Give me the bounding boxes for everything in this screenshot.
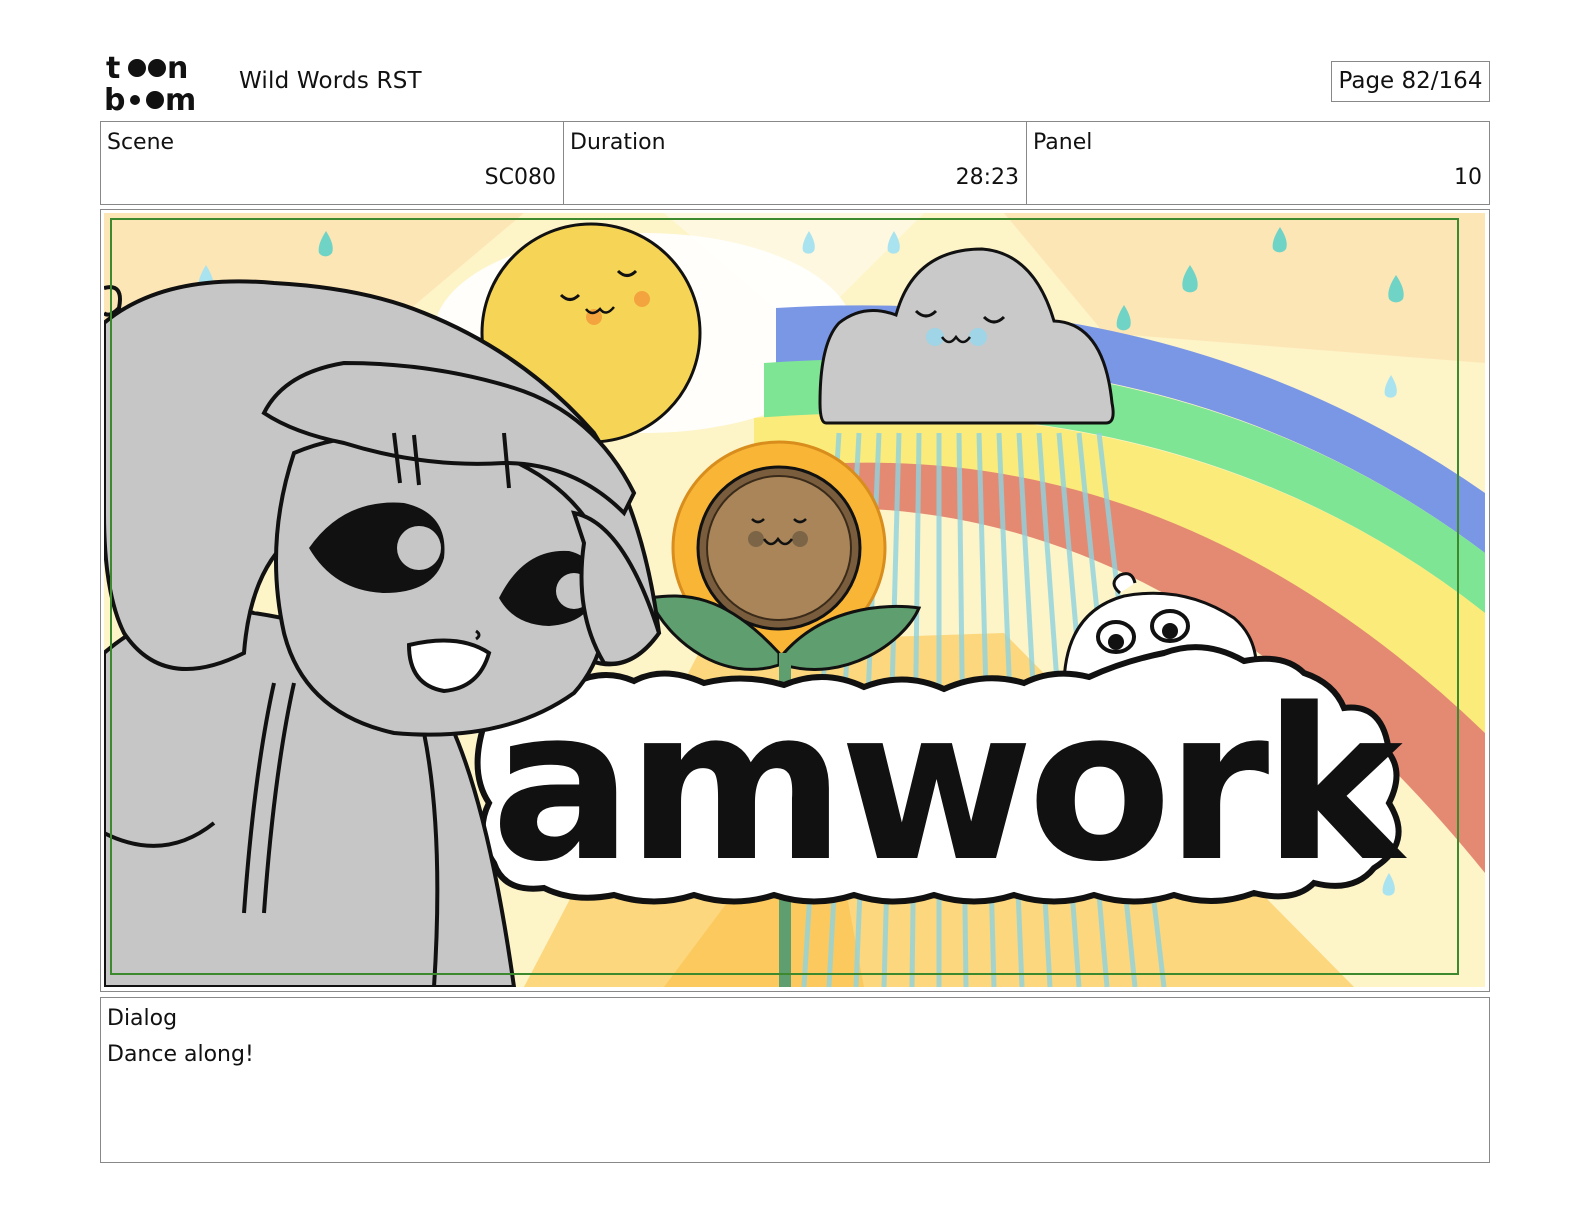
scene-value: SC080 [484, 165, 556, 190]
svg-text:t: t [106, 51, 120, 86]
page-indicator: Page 82/164 [1331, 61, 1490, 102]
svg-text:b: b [104, 83, 125, 112]
duration-cell: Duration 28:23 [564, 122, 1027, 204]
duration-value: 28:23 [955, 165, 1019, 190]
info-table: Scene SC080 Duration 28:23 Panel 10 [100, 121, 1490, 205]
page-label: Page [1338, 68, 1395, 94]
banner-text: amwork [491, 663, 1407, 908]
dialog-text: Dance along! [107, 1042, 254, 1067]
document-title: Wild Words RST [239, 68, 422, 94]
dialog-box: Dialog Dance along! [100, 997, 1490, 1163]
panel-label: Panel [1033, 130, 1093, 155]
panel-value: 10 [1454, 165, 1482, 190]
scene-cell: Scene SC080 [101, 122, 564, 204]
duration-label: Duration [570, 130, 666, 155]
storyboard-panel: amwork [100, 209, 1490, 992]
dialog-label: Dialog [107, 1006, 178, 1031]
page-value: 82/164 [1401, 68, 1483, 94]
svg-text:n: n [167, 51, 188, 86]
panel-cell: Panel 10 [1027, 122, 1489, 204]
svg-text:m: m [165, 83, 196, 112]
scene-label: Scene [107, 130, 175, 155]
toon-boom-logo: t n b m [104, 51, 196, 112]
panel-illustration: amwork [104, 213, 1485, 987]
